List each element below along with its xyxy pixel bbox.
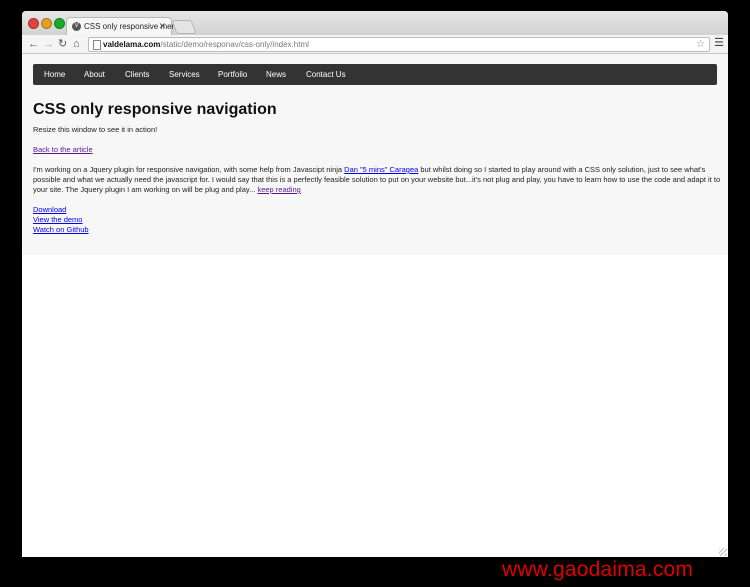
- maximize-window-button[interactable]: [54, 18, 65, 29]
- keep-reading-link[interactable]: keep reading: [257, 185, 300, 194]
- intro-line-3: your site. The Jquery plugin I am workin…: [33, 185, 301, 194]
- nav-item-portfolio[interactable]: Portfolio: [218, 64, 247, 85]
- browser-window: V CSS only responsive menu ✕ ← → ↻ ⌂ val…: [22, 11, 728, 557]
- title-bar: V CSS only responsive menu ✕: [22, 11, 728, 36]
- page-icon: [93, 40, 101, 50]
- address-bar[interactable]: valdelama.com/static/demo/responav/css-o…: [88, 37, 710, 52]
- page-viewport: Home About Clients Services Portfolio Ne…: [22, 54, 728, 557]
- main-navigation: Home About Clients Services Portfolio Ne…: [33, 64, 717, 85]
- back-arrow-icon[interactable]: ←: [28, 36, 39, 52]
- nav-item-news[interactable]: News: [266, 64, 286, 85]
- bookmark-star-icon[interactable]: ☆: [696, 38, 705, 51]
- nav-item-services[interactable]: Services: [169, 64, 200, 85]
- resize-grip[interactable]: [719, 548, 727, 556]
- browser-tab[interactable]: V CSS only responsive menu ✕: [66, 17, 181, 36]
- view-demo-link[interactable]: View the demo: [33, 215, 82, 224]
- favicon-icon: V: [72, 22, 81, 31]
- download-row: Download: [33, 205, 66, 215]
- download-link[interactable]: Download: [33, 205, 66, 214]
- watch-on-github-link[interactable]: Watch on Github: [33, 225, 89, 234]
- nav-item-contact-us[interactable]: Contact Us: [306, 64, 346, 85]
- page-content: Home About Clients Services Portfolio Ne…: [22, 54, 728, 255]
- nav-item-about[interactable]: About: [84, 64, 105, 85]
- menu-icon[interactable]: ☰: [714, 36, 724, 49]
- minimize-window-button[interactable]: [41, 18, 52, 29]
- intro-line-2: possible and what we actually need the j…: [33, 175, 721, 184]
- url-text: valdelama.com/static/demo/responav/css-o…: [103, 40, 309, 49]
- nav-item-home[interactable]: Home: [44, 64, 65, 85]
- back-link-row: Back to the article: [33, 145, 93, 155]
- page-title: CSS only responsive navigation: [33, 101, 277, 118]
- forward-arrow-icon[interactable]: →: [43, 36, 54, 52]
- home-icon[interactable]: ⌂: [73, 36, 80, 52]
- reload-icon[interactable]: ↻: [58, 36, 67, 52]
- github-row: Watch on Github: [33, 225, 89, 235]
- tab-close-icon[interactable]: ✕: [158, 21, 166, 32]
- back-to-article-link[interactable]: Back to the article: [33, 145, 93, 154]
- dan-caragea-link[interactable]: Dan "5 mins" Caragea: [344, 165, 418, 174]
- new-tab-button[interactable]: [171, 20, 197, 34]
- page-subtitle: Resize this window to see it in action!: [33, 125, 158, 134]
- browser-toolbar: ← → ↻ ⌂ valdelama.com/static/demo/respon…: [22, 35, 728, 54]
- nav-item-clients[interactable]: Clients: [125, 64, 149, 85]
- watermark-text: www.gaodaima.com: [502, 558, 694, 581]
- close-window-button[interactable]: [28, 18, 39, 29]
- tab-title: CSS only responsive menu: [84, 22, 181, 31]
- intro-line-1: I'm working on a Jquery plugin for respo…: [33, 165, 706, 174]
- view-demo-row: View the demo: [33, 215, 82, 225]
